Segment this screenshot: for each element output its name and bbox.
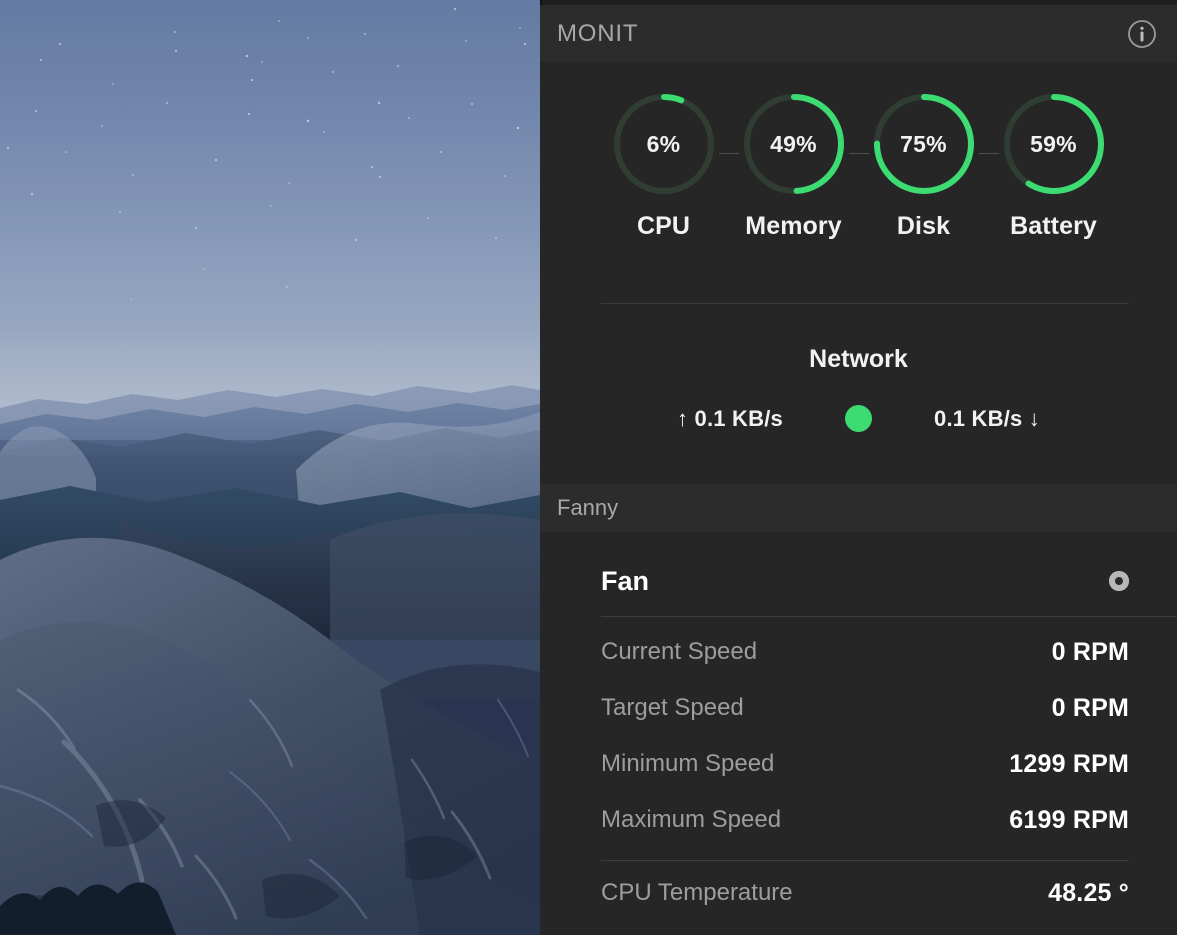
stat-row-maximum-speed: Maximum Speed 6199 RPM	[540, 792, 1177, 848]
stat-row-minimum-speed: Minimum Speed 1299 RPM	[540, 736, 1177, 792]
gauge-ring-cpu: 6%	[610, 90, 718, 198]
stat-row-current-speed: Current Speed 0 RPM	[540, 624, 1177, 680]
monit-header: MONIT	[540, 5, 1177, 62]
info-icon[interactable]	[1126, 18, 1158, 50]
monit-body: 6% CPU 49% Memory 75% Disk 59% Battery N…	[540, 62, 1177, 484]
gauge-value-cpu: 6%	[646, 130, 681, 157]
gauge-label-memory: Memory	[745, 212, 842, 240]
gauge-ring-disk: 75%	[870, 90, 978, 198]
gauge-cpu[interactable]: 6% CPU	[599, 90, 739, 241]
stat-label: Maximum Speed	[601, 806, 782, 833]
gauge-value-memory: 49%	[770, 130, 817, 157]
stat-value: 1299 RPM	[1009, 749, 1129, 778]
network-upload-rate: ↑ 0.1 KB/s	[677, 405, 783, 431]
gauge-ring-memory: 49%	[740, 90, 848, 198]
gauge-ring-battery: 59%	[1000, 90, 1108, 198]
screen: MONIT 6% CPU 49% Memory 75% Disk 59% Bat…	[0, 0, 1177, 935]
stat-label: Minimum Speed	[601, 750, 775, 777]
stat-label: Current Speed	[601, 638, 758, 665]
network-stats-row: ↑ 0.1 KB/s 0.1 KB/s ↓	[540, 405, 1177, 432]
gauge-label-disk: Disk	[896, 212, 951, 240]
gauge-label-battery: Battery	[1010, 212, 1097, 240]
fanny-body: Fan Current Speed 0 RPM Target Speed 0 R…	[540, 532, 1177, 935]
wallpaper-image	[0, 0, 540, 935]
gauge-label-cpu: CPU	[636, 212, 691, 240]
section-divider	[601, 303, 1129, 304]
gauge-battery[interactable]: 59% Battery	[989, 90, 1119, 241]
cpu-temperature-value: 48.25 °	[1048, 878, 1129, 907]
gauge-value-battery: 59%	[1030, 130, 1077, 157]
stat-label: Target Speed	[601, 694, 744, 721]
gauge-value-disk: 75%	[900, 130, 947, 157]
gauge-memory[interactable]: 49% Memory	[729, 90, 869, 241]
network-status-dot	[845, 405, 872, 432]
fanny-app-title: Fanny	[557, 495, 619, 520]
stat-value: 6199 RPM	[1009, 805, 1129, 834]
stat-row-target-speed: Target Speed 0 RPM	[540, 680, 1177, 736]
fan-status-indicator-icon[interactable]	[1109, 571, 1129, 591]
fanny-header: Fanny	[540, 484, 1177, 532]
desktop-wallpaper	[0, 0, 540, 935]
stat-value: 0 RPM	[1051, 693, 1129, 722]
fan-name-label: Fan	[601, 565, 650, 596]
fan-stat-list: Current Speed 0 RPM Target Speed 0 RPM M…	[540, 624, 1177, 848]
fan-row[interactable]: Fan	[540, 546, 1177, 616]
stat-value: 0 RPM	[1051, 637, 1129, 666]
network-download-rate: 0.1 KB/s ↓	[934, 405, 1040, 431]
temperature-divider	[601, 860, 1129, 861]
cpu-temperature-row: CPU Temperature 48.25 °	[540, 865, 1177, 921]
network-section-title: Network	[809, 345, 908, 373]
fan-row-divider	[601, 616, 1177, 617]
monit-popover-panel: MONIT 6% CPU 49% Memory 75% Disk 59% Bat…	[540, 0, 1177, 935]
cpu-temperature-label: CPU Temperature	[601, 879, 793, 906]
gauge-disk[interactable]: 75% Disk	[859, 90, 999, 241]
gauge-group: 6% CPU 49% Memory 75% Disk 59% Battery	[540, 90, 1177, 285]
monit-app-title: MONIT	[557, 19, 639, 47]
